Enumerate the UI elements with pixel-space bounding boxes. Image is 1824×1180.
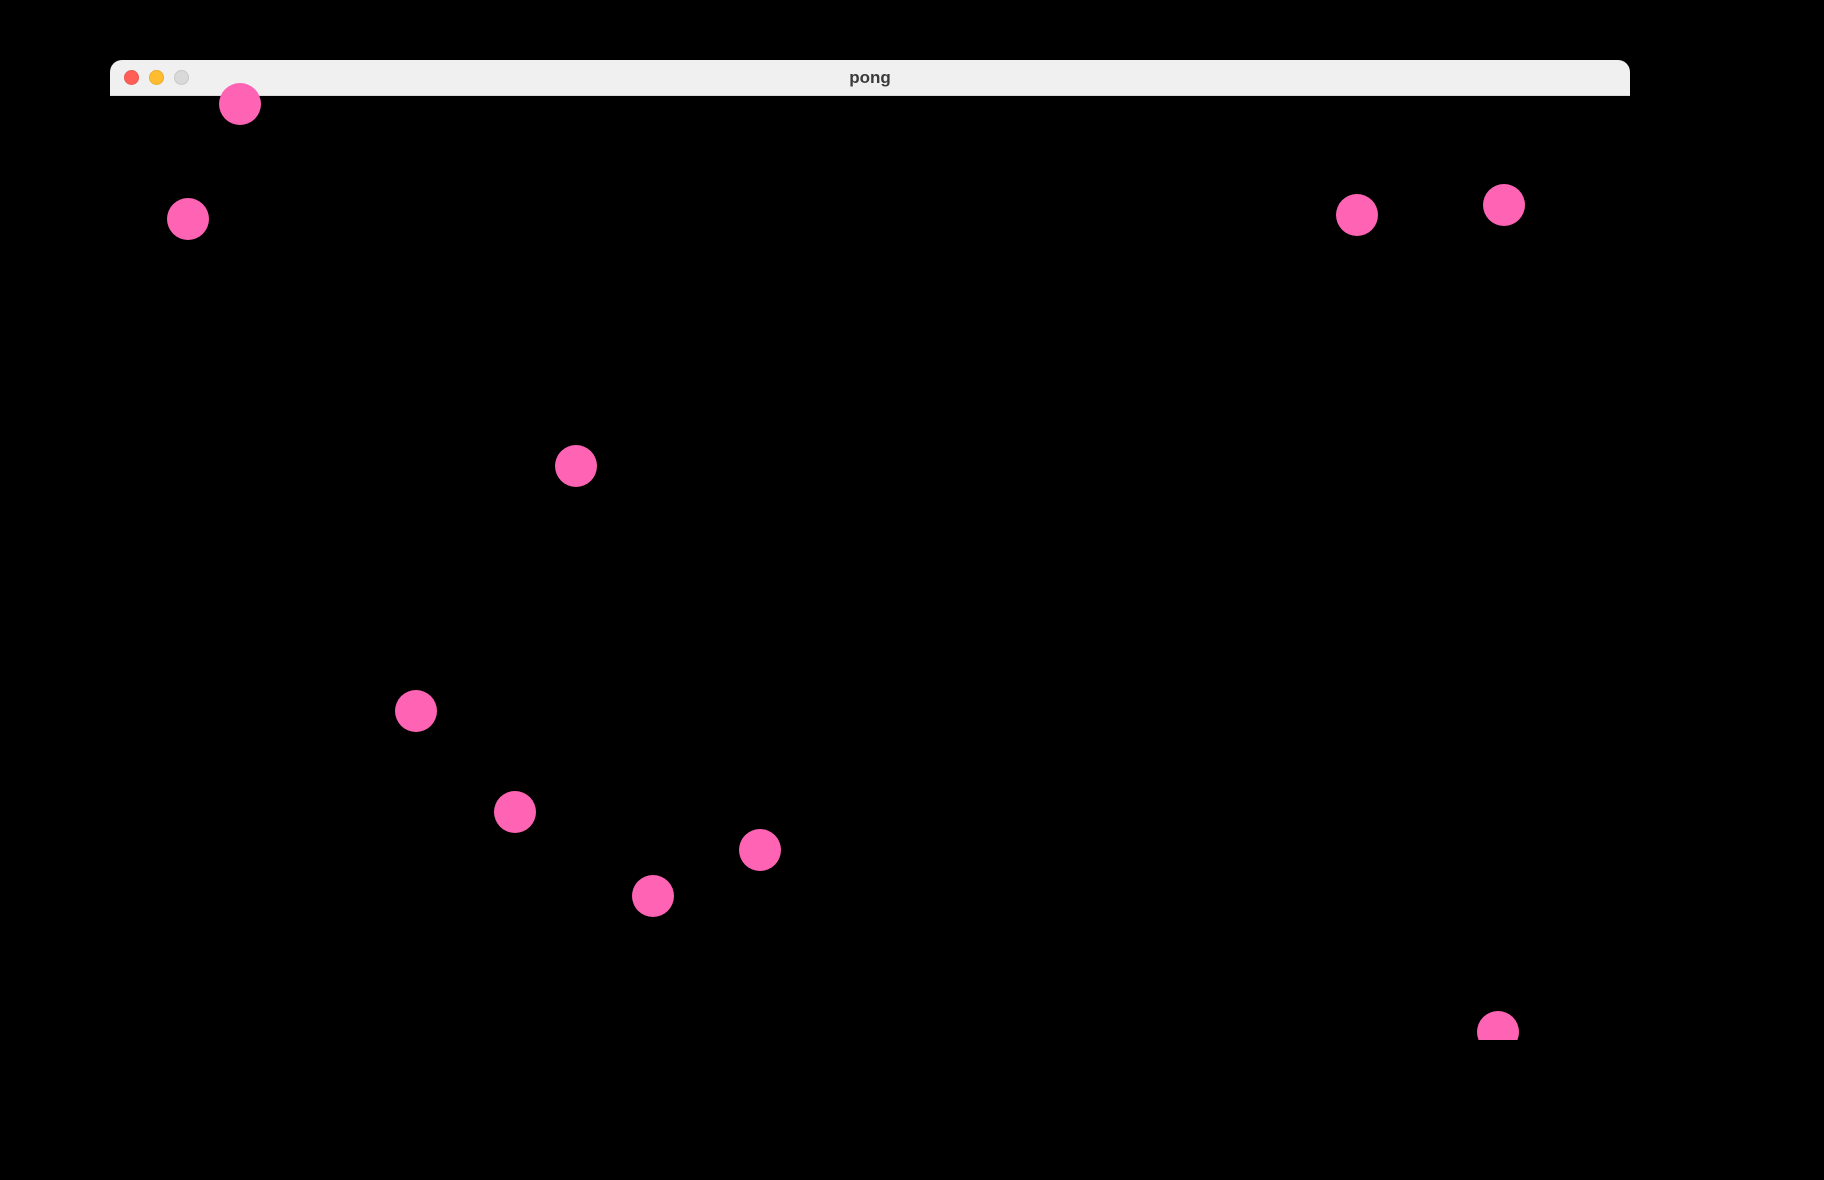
close-button[interactable] xyxy=(124,70,139,85)
window-title: pong xyxy=(849,68,891,88)
ball xyxy=(555,445,597,487)
ball xyxy=(395,690,437,732)
ball xyxy=(1477,1011,1519,1040)
game-canvas[interactable] xyxy=(110,96,1630,1040)
ball xyxy=(219,83,261,125)
ball xyxy=(1483,184,1525,226)
maximize-button[interactable] xyxy=(174,70,189,85)
traffic-lights xyxy=(124,70,189,85)
ball xyxy=(739,829,781,871)
ball xyxy=(494,791,536,833)
minimize-button[interactable] xyxy=(149,70,164,85)
ball xyxy=(632,875,674,917)
title-bar[interactable]: pong xyxy=(110,60,1630,96)
ball xyxy=(1336,194,1378,236)
ball xyxy=(167,198,209,240)
app-window: pong xyxy=(110,60,1630,1040)
